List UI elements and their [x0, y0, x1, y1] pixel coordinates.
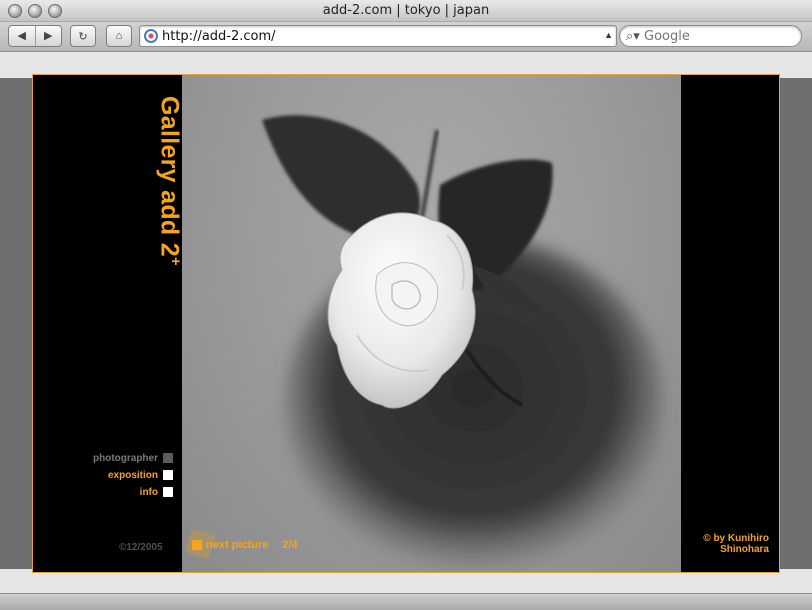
address-bar[interactable]: http://add-2.com/ ▲ [139, 25, 617, 47]
home-button[interactable]: ⌂ [106, 25, 132, 47]
back-arrow-icon[interactable]: ◀ [9, 26, 35, 46]
site-favicon-icon [144, 29, 158, 43]
reload-icon: ↻ [78, 30, 88, 43]
credit-line-2: Shinohara [720, 544, 769, 555]
menu-item-exposition[interactable]: exposition [33, 468, 173, 482]
gallery-title-text: Gallery add 2 [155, 96, 184, 257]
page-viewport: Gallery add 2+ photographer exposition i… [0, 53, 812, 593]
gallery-title: Gallery add 2+ [155, 96, 184, 266]
search-icon[interactable]: ⌕▾ [626, 28, 640, 44]
menu-square-icon [163, 487, 173, 497]
orange-square-icon [192, 540, 202, 550]
copyright-date: ©12/2005 [119, 542, 163, 553]
window-titlebar: add-2.com | tokyo | japan [0, 0, 812, 22]
menu-item-info[interactable]: info [33, 485, 173, 499]
menu-square-icon [163, 453, 173, 463]
search-box[interactable]: ⌕▾ [619, 25, 802, 47]
left-panel: Gallery add 2+ photographer exposition i… [33, 75, 184, 572]
right-panel: © by Kunihiro Shinohara [681, 75, 779, 572]
url-dropdown-icon[interactable]: ▲ [604, 30, 613, 40]
home-icon: ⌂ [115, 30, 123, 42]
menu-item-photographer[interactable]: photographer [33, 451, 173, 465]
white-rose-photo: next picture 2/4 [182, 75, 681, 572]
next-picture-link[interactable]: next picture 2/4 [184, 528, 298, 560]
menu-item-label: exposition [107, 469, 158, 481]
gallery-frame: Gallery add 2+ photographer exposition i… [32, 74, 780, 573]
menu-item-label: photographer [93, 452, 158, 464]
reload-button[interactable]: ↻ [70, 25, 96, 47]
menu-square-icon [163, 470, 173, 480]
rose-illustration [262, 115, 664, 572]
browser-toolbar: ◀ ▶ ↻ ⌂ http://add-2.com/ ▲ ⌕▾ [0, 22, 812, 52]
credit-line-1: © by Kunihiro [703, 533, 769, 544]
next-picture-label[interactable]: next picture [206, 539, 268, 551]
search-input[interactable] [644, 28, 794, 44]
forward-arrow-icon[interactable]: ▶ [34, 26, 62, 46]
picture-counter: 2/4 [282, 539, 298, 551]
window-title: add-2.com | tokyo | japan [322, 3, 490, 18]
menu-item-label: info [139, 486, 158, 498]
photo-credit: © by Kunihiro Shinohara [679, 533, 769, 555]
back-forward-buttons: ◀ ▶ [8, 25, 62, 47]
url-text[interactable]: http://add-2.com/ [162, 29, 276, 44]
status-bar [0, 593, 812, 610]
